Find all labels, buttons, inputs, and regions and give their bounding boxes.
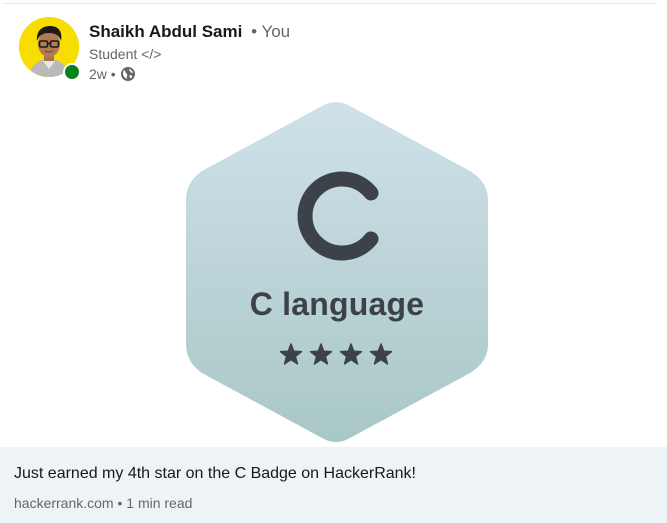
post-time: 2w • [89, 66, 116, 82]
post-time-line: 2w • [89, 65, 290, 83]
link-title[interactable]: Just earned my 4th star on the C Badge o… [14, 463, 416, 485]
link-preview-card[interactable]: Just earned my 4th star on the C Badge o… [0, 447, 667, 523]
post-header: Shaikh Abdul Sami • You Student </> 2w • [19, 17, 290, 83]
author-name-line: Shaikh Abdul Sami • You [89, 21, 290, 43]
feed-post: Shaikh Abdul Sami • You Student </> 2w • [0, 0, 667, 523]
you-label: • You [251, 22, 291, 41]
author-headline: Student </> [89, 46, 162, 62]
avatar[interactable] [19, 17, 81, 81]
online-status-icon [63, 63, 81, 81]
hexagon-shape [186, 102, 488, 442]
globe-icon [120, 66, 136, 82]
badge-title: C language [249, 286, 425, 322]
divider [4, 3, 656, 4]
link-subtitle: hackerrank.com • 1 min read [14, 495, 193, 511]
post-image[interactable]: C language [0, 96, 667, 447]
author-name[interactable]: Shaikh Abdul Sami [89, 22, 242, 41]
author-meta: Shaikh Abdul Sami • You Student </> 2w • [89, 17, 290, 83]
badge-graphic [186, 102, 488, 442]
